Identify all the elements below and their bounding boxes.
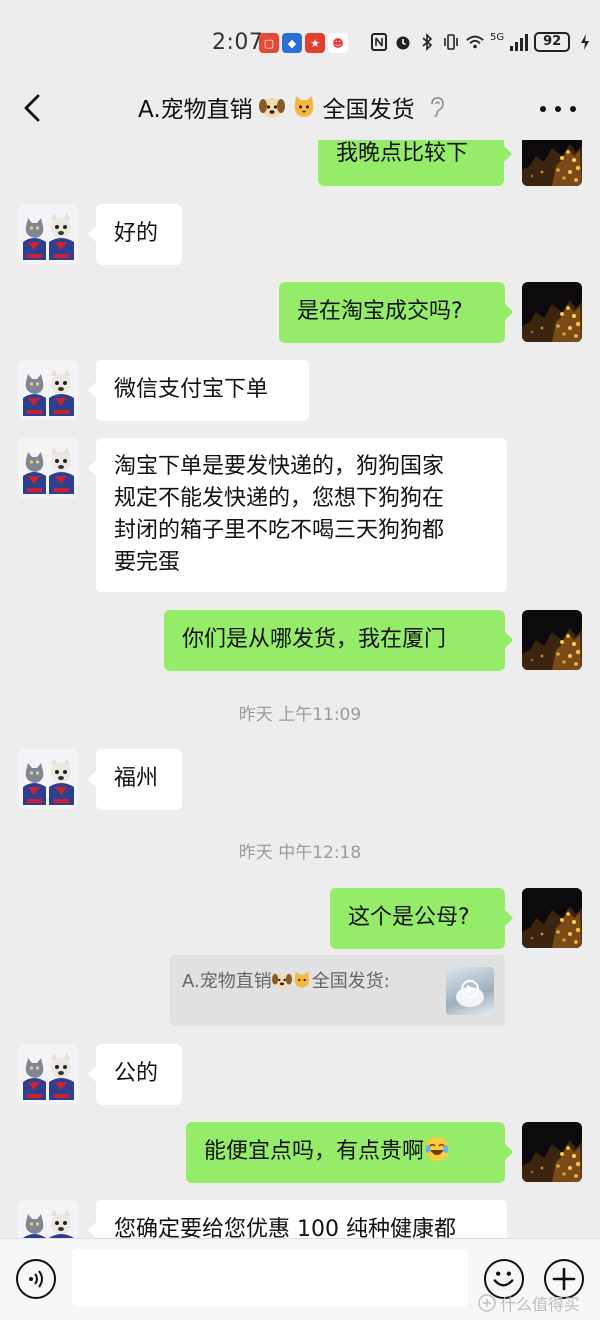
- more-dot: [570, 106, 576, 112]
- message-bubble-self[interactable]: 这个是公母?: [330, 888, 513, 949]
- pets-avatar-image: [18, 360, 78, 420]
- dog-emoji-icon: [271, 973, 292, 989]
- more-dot: [555, 106, 561, 112]
- chat-title-suffix: 全国发货: [322, 97, 415, 123]
- notification-app-icon: ▢: [259, 33, 279, 53]
- notification-app-icon: ◆: [282, 33, 302, 53]
- my-avatar[interactable]: [522, 1122, 582, 1182]
- pets-avatar-image: [18, 438, 78, 498]
- quoted-video-thumbnail[interactable]: [446, 967, 494, 1015]
- bluetooth-icon: [418, 32, 436, 52]
- message-text: 公的: [114, 1061, 159, 1086]
- message-bubble-other[interactable]: 福州: [88, 749, 182, 810]
- pets-avatar-image: [18, 1200, 78, 1238]
- message-bubble-other[interactable]: 淘宝下单是要发快递的，狗狗国家 规定不能发快递的，您想下狗狗在 封闭的箱子里不吃…: [88, 438, 507, 592]
- pets-avatar-image: [18, 749, 78, 809]
- message-text: 你们是从哪发货，我在厦门: [182, 627, 447, 652]
- cat-emoji-icon: [294, 96, 313, 117]
- notification-app-icon: ☻: [328, 33, 348, 53]
- message-bubble-self[interactable]: 能便宜点吗，有点贵啊: [186, 1122, 513, 1183]
- quoted-message[interactable]: A.宠物直销 全国发货:: [170, 955, 505, 1026]
- message-line: 要完蛋: [114, 550, 181, 575]
- laugh-cry-emoji-icon: [425, 1137, 450, 1161]
- back-button[interactable]: [16, 90, 48, 126]
- earpiece-mode-icon: [430, 97, 444, 117]
- message-bubble-other[interactable]: 好的: [88, 204, 182, 265]
- watermark-logo-icon: [478, 1294, 496, 1312]
- status-time: 2:07: [212, 30, 264, 55]
- city-lights-avatar-image: [522, 140, 582, 186]
- message-text: 这个是公母?: [348, 905, 470, 930]
- status-bar: 2:07 ▢ ◆ ★ ☻ 5G 92: [0, 0, 600, 78]
- plus-icon: [552, 1267, 576, 1291]
- quoted-sender-suffix: 全国发货:: [311, 971, 390, 992]
- message-text: 福州: [114, 766, 159, 791]
- signal-icon: [510, 33, 529, 51]
- contact-avatar[interactable]: [18, 749, 78, 809]
- message-text: 微信支付宝下单: [114, 377, 269, 402]
- watermark-text: 什么值得买: [500, 1295, 581, 1314]
- chat-title: A.宠物直销 全国发货: [138, 90, 445, 124]
- message-text: 是在淘宝成交吗?: [297, 299, 463, 324]
- back-arrow-icon: [24, 94, 40, 122]
- contact-avatar[interactable]: [18, 1200, 78, 1238]
- input-bar: 什么值得买: [0, 1238, 600, 1320]
- more-options-button[interactable]: [540, 94, 576, 124]
- status-right: 5G 92: [370, 32, 594, 52]
- message-line: 规定不能发快递的，您想下狗狗在: [114, 486, 445, 511]
- message-text: 我晚点比较下: [336, 141, 469, 166]
- message-bubble-self[interactable]: 你们是从哪发货，我在厦门: [164, 610, 513, 671]
- quoted-message-text: A.宠物直销 全国发货:: [182, 967, 390, 993]
- my-avatar[interactable]: [522, 888, 582, 948]
- my-avatar[interactable]: [522, 140, 582, 186]
- pets-avatar-image: [18, 1044, 78, 1104]
- message-bubble-self[interactable]: 我晚点比较下: [318, 140, 512, 186]
- contact-avatar[interactable]: [18, 1044, 78, 1104]
- message-text: 能便宜点吗，有点贵啊: [204, 1139, 425, 1164]
- city-lights-avatar-image: [522, 282, 582, 342]
- message-text: 您确定要给您优惠 100 纯种健康都: [114, 1217, 456, 1238]
- contact-avatar[interactable]: [18, 438, 78, 498]
- city-lights-avatar-image: [522, 1122, 582, 1182]
- charging-icon: [576, 32, 594, 52]
- message-bubble-other[interactable]: 您确定要给您优惠 100 纯种健康都: [88, 1200, 507, 1238]
- chat-title-prefix: A.宠物直销: [138, 97, 253, 123]
- wifi-icon: [466, 32, 484, 52]
- dog-emoji-icon: [258, 98, 285, 118]
- site-watermark: 什么值得买: [478, 1291, 580, 1315]
- voice-icon: [29, 1270, 43, 1288]
- city-lights-avatar-image: [522, 888, 582, 948]
- pets-avatar-image: [18, 204, 78, 264]
- my-avatar[interactable]: [522, 282, 582, 342]
- network-type: 5G: [490, 31, 505, 43]
- message-line: 淘宝下单是要发快递的，狗狗国家: [114, 454, 445, 479]
- cat-emoji-icon: [294, 971, 309, 988]
- chat-header: A.宠物直销 全国发货: [0, 78, 600, 140]
- quoted-sender-prefix: A.宠物直销: [182, 971, 272, 992]
- notification-app-icon: ★: [305, 33, 325, 53]
- contact-avatar[interactable]: [18, 204, 78, 264]
- message-bubble-other[interactable]: 公的: [88, 1044, 182, 1105]
- nfc-icon: [370, 32, 388, 52]
- chat-timestamp: 昨天 中午12:18: [238, 843, 362, 863]
- contact-avatar[interactable]: [18, 360, 78, 420]
- message-bubble-other[interactable]: 微信支付宝下单: [88, 360, 309, 421]
- chat-timestamp: 昨天 上午11:09: [238, 705, 362, 725]
- message-input[interactable]: [72, 1249, 468, 1307]
- message-line: 封闭的箱子里不吃不喝三天狗狗都: [114, 518, 445, 543]
- city-lights-avatar-image: [522, 610, 582, 670]
- chat-messages[interactable]: 我晚点比较下 好的 是在淘宝成交吗? 微信支付宝下单 淘宝下单是要发快递的，狗狗…: [0, 140, 600, 1238]
- alarm-icon: [394, 32, 412, 52]
- play-icon: [456, 980, 484, 1007]
- more-dot: [540, 106, 546, 112]
- my-avatar[interactable]: [522, 610, 582, 670]
- vibrate-icon: [442, 32, 460, 52]
- voice-input-button[interactable]: [16, 1259, 56, 1299]
- message-bubble-self[interactable]: 是在淘宝成交吗?: [279, 282, 513, 343]
- battery-indicator: 92: [534, 32, 571, 52]
- notification-icons: ▢ ◆ ★ ☻: [259, 33, 348, 53]
- message-text: 好的: [114, 221, 159, 246]
